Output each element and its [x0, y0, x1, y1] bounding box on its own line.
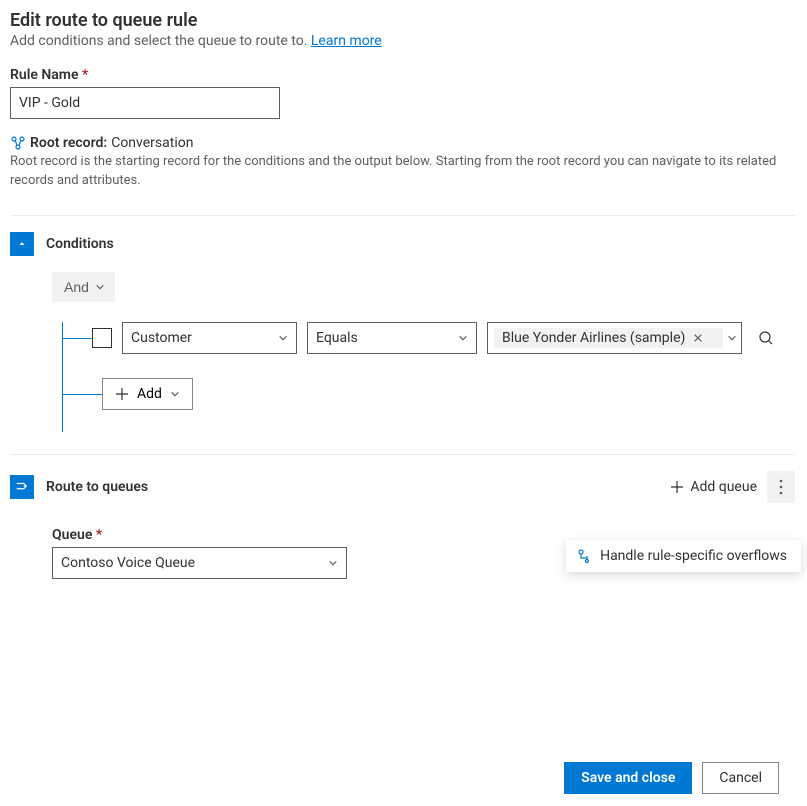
chevron-down-icon — [95, 282, 105, 292]
overflow-icon — [576, 548, 592, 564]
condition-operator-select[interactable]: Equals — [307, 322, 477, 354]
condition-group-operator[interactable]: And — [52, 272, 115, 302]
rule-name-label: Rule Name * — [10, 67, 795, 83]
plus-icon — [115, 387, 129, 401]
search-icon — [758, 330, 774, 346]
page-title: Edit route to queue rule — [10, 10, 795, 31]
more-vertical-icon — [779, 479, 783, 495]
dialog-footer: Save and close Cancel — [0, 752, 807, 806]
add-queue-button[interactable]: Add queue — [664, 475, 763, 499]
chevron-down-icon — [278, 333, 288, 343]
save-and-close-button[interactable]: Save and close — [564, 762, 692, 794]
condition-value-lookup[interactable]: Blue Yonder Airlines (sample) — [487, 322, 742, 354]
route-section-icon — [10, 475, 34, 499]
root-record-label: Root record: — [30, 135, 107, 151]
remove-tag-icon[interactable] — [693, 333, 703, 343]
lookup-search-button[interactable] — [752, 324, 780, 352]
root-record-icon — [10, 135, 26, 151]
plus-icon — [670, 480, 684, 494]
divider — [10, 454, 795, 455]
conditions-section-title: Conditions — [46, 236, 114, 252]
queue-select[interactable]: Contoso Voice Queue — [52, 547, 347, 579]
add-condition-button[interactable]: Add — [102, 378, 193, 410]
overflow-flyout-item[interactable]: Handle rule-specific overflows — [566, 540, 801, 572]
required-asterisk: * — [96, 527, 102, 543]
route-section-title: Route to queues — [46, 479, 148, 495]
cancel-button[interactable]: Cancel — [702, 762, 779, 794]
divider — [10, 215, 795, 216]
lookup-tag: Blue Yonder Airlines (sample) — [494, 328, 723, 348]
chevron-down-icon — [727, 333, 737, 343]
chevron-down-icon — [458, 333, 468, 343]
condition-field-select[interactable]: Customer — [122, 322, 297, 354]
condition-row-checkbox[interactable] — [92, 328, 112, 348]
condition-row: Customer Equals Blue Yonder Airlines (sa… — [52, 322, 795, 354]
learn-more-link[interactable]: Learn more — [311, 33, 382, 49]
more-actions-button[interactable] — [767, 471, 795, 503]
page-subtitle: Add conditions and select the queue to r… — [10, 33, 795, 49]
required-asterisk: * — [82, 67, 88, 83]
subtitle-text: Add conditions and select the queue to r… — [10, 33, 311, 49]
root-record-description: Root record is the starting record for t… — [10, 153, 795, 191]
rule-name-input[interactable] — [10, 87, 280, 119]
root-record-value: Conversation — [111, 135, 193, 151]
chevron-down-icon — [328, 558, 338, 568]
conditions-section-icon — [10, 232, 34, 256]
lookup-tag-label: Blue Yonder Airlines (sample) — [502, 330, 685, 346]
chevron-down-icon — [170, 389, 180, 399]
